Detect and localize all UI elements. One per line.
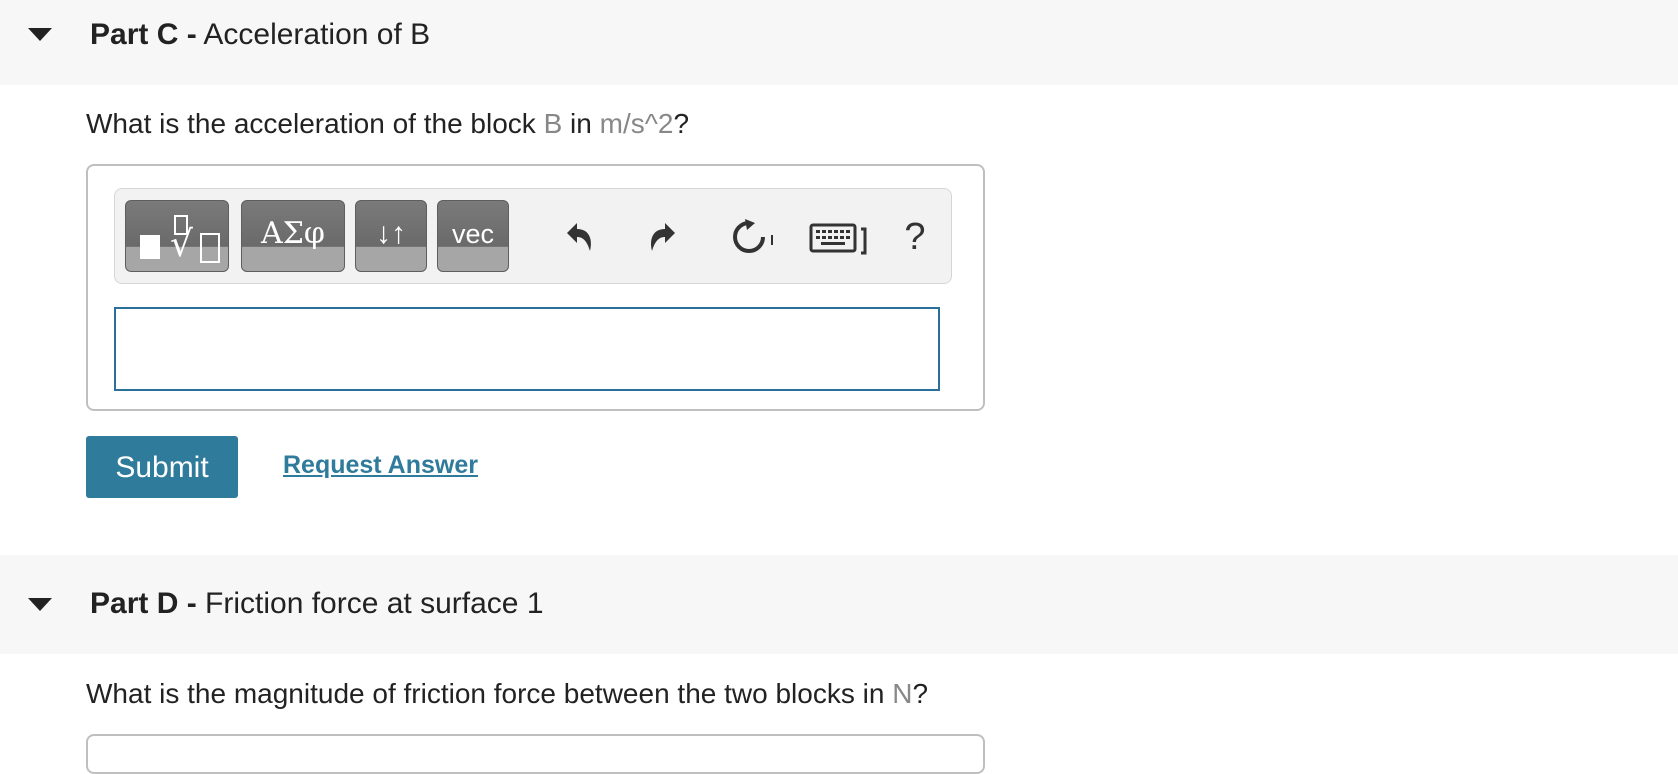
part-d-label: Part D - (90, 587, 197, 620)
part-d-question: What is the magnitude of friction force … (86, 677, 928, 711)
answer-input[interactable] (114, 307, 940, 391)
undo-icon[interactable] (557, 217, 597, 257)
redo-icon[interactable] (645, 217, 685, 257)
reset-icon[interactable] (729, 217, 777, 257)
part-c-question: What is the acceleration of the block B … (86, 107, 689, 141)
part-d-title-text: Friction force at surface 1 (205, 587, 544, 620)
template-square-icon (140, 235, 160, 259)
unit-label: m/s^2 (599, 108, 674, 139)
question-text-mid: in (562, 108, 600, 139)
submit-button[interactable]: Submit (86, 436, 238, 498)
templates-button[interactable]: √ (125, 200, 229, 272)
part-d-title: Part D - Friction force at surface 1 (90, 586, 544, 622)
answer-panel: √ ΑΣφ ↓↑ vec ? (86, 164, 985, 411)
question-text: What is the magnitude of friction force … (86, 678, 893, 709)
question-text: What is the acceleration of the block (86, 108, 544, 139)
part-c-label: Part C - (90, 18, 197, 51)
collapse-caret-icon[interactable] (28, 28, 52, 41)
collapse-caret-icon[interactable] (28, 598, 52, 611)
question-mark: ? (912, 678, 929, 709)
answer-panel-d (86, 734, 985, 774)
part-c-title-text: Acceleration of B (203, 18, 431, 51)
greek-symbols-button[interactable]: ΑΣφ (241, 200, 345, 272)
request-answer-link[interactable]: Request Answer (283, 450, 478, 480)
help-icon[interactable]: ? (895, 217, 935, 257)
vector-button[interactable]: vec (437, 200, 509, 272)
math-toolbar: √ ΑΣφ ↓↑ vec ? (114, 188, 952, 284)
sqrt-icon: √ (170, 224, 193, 265)
template-radicand-icon (200, 233, 220, 263)
variable-b: B (543, 108, 563, 139)
subscript-superscript-button[interactable]: ↓↑ (355, 200, 427, 272)
unit-label: N (892, 678, 913, 709)
part-c-title: Part C - Acceleration of B (90, 17, 430, 53)
part-c-header[interactable]: Part C - Acceleration of B (0, 0, 1678, 85)
keyboard-icon[interactable] (809, 217, 873, 257)
question-mark: ? (673, 108, 690, 139)
